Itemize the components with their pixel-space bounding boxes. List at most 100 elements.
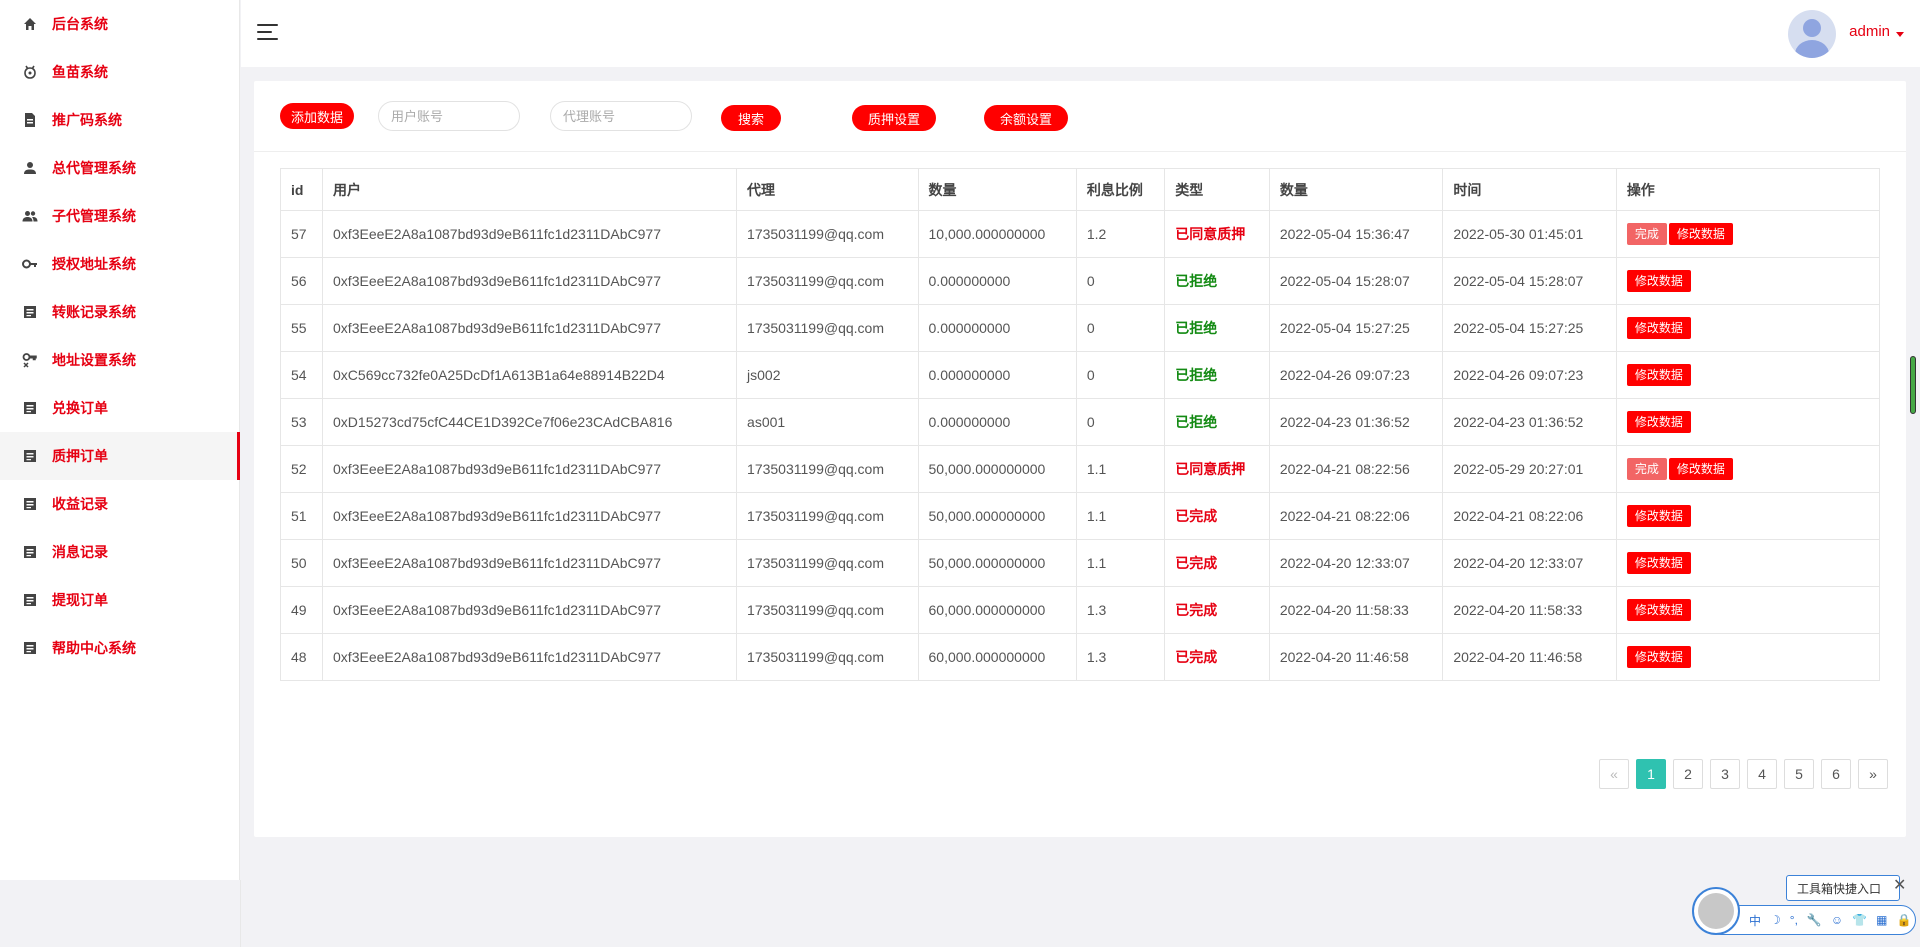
cell-amount: 10,000.000000000 — [917, 210, 1077, 258]
sidebar-item[interactable]: 帮助中心系统 — [0, 624, 239, 672]
page-button[interactable]: 6 — [1821, 759, 1851, 789]
sidebar-item[interactable]: 质押订单 — [0, 432, 240, 480]
lock-icon[interactable]: 🔒 — [1896, 913, 1911, 927]
people-icon — [22, 208, 38, 224]
edit-data-button[interactable]: 修改数据 — [1626, 599, 1691, 621]
input-mode-icon[interactable]: 中 — [1749, 912, 1761, 929]
column-header: 用户 — [322, 168, 738, 211]
column-header: 时间 — [1442, 168, 1617, 211]
cell-updated-time: 2022-05-29 20:27:01 — [1442, 445, 1617, 493]
list-icon — [22, 544, 38, 560]
cell-amount: 60,000.000000000 — [917, 633, 1077, 681]
cell-user: 0xD15273cd75cfC44CE1D392Ce7f06e23CAdCBA8… — [322, 398, 738, 446]
emoji-icon[interactable]: ☺ — [1831, 913, 1843, 927]
pledge-settings-button[interactable]: 质押设置 — [852, 105, 936, 131]
balance-settings-button[interactable]: 余额设置 — [984, 105, 1068, 131]
cell-user: 0xf3EeeE2A8a1087bd93d9eB611fc1d2311DAbC9… — [322, 445, 738, 493]
sidebar-item[interactable]: 转账记录系统 — [0, 288, 239, 336]
cell-amount: 0.000000000 — [917, 351, 1077, 399]
cell-amount: 0.000000000 — [917, 304, 1077, 352]
sidebar-item-label: 推广码系统 — [52, 112, 122, 128]
cell-created-time: 2022-05-04 15:27:25 — [1268, 304, 1444, 352]
edit-data-button[interactable]: 修改数据 — [1626, 646, 1691, 668]
page-button[interactable]: 3 — [1710, 759, 1740, 789]
sidebar-item[interactable]: 后台系统 — [0, 0, 239, 48]
sidebar-item[interactable]: 鱼苗系统 — [0, 48, 239, 96]
table-row: 55 0xf3EeeE2A8a1087bd93d9eB611fc1d2311DAb… — [279, 304, 1881, 352]
page-button[interactable]: 5 — [1784, 759, 1814, 789]
agent-account-input[interactable] — [550, 101, 692, 131]
edit-data-button[interactable]: 修改数据 — [1626, 317, 1691, 339]
punctuation-icon[interactable]: °, — [1790, 913, 1798, 927]
cell-user: 0xf3EeeE2A8a1087bd93d9eB611fc1d2311DAbC9… — [322, 304, 738, 352]
complete-button[interactable]: 完成 — [1626, 223, 1667, 245]
cell-updated-time: 2022-04-23 01:36:52 — [1442, 398, 1617, 446]
edit-data-button[interactable]: 修改数据 — [1668, 223, 1733, 245]
sidebar-item[interactable]: 收益记录 — [0, 480, 239, 528]
cell-amount: 0.000000000 — [917, 398, 1077, 446]
sidebar-item[interactable]: 消息记录 — [0, 528, 239, 576]
sidebar-item[interactable]: 提现订单 — [0, 576, 239, 624]
cell-id: 48 — [279, 633, 324, 681]
sidebar-item[interactable]: 推广码系统 — [0, 96, 239, 144]
skin-icon[interactable]: 👕 — [1852, 913, 1867, 927]
edit-data-button[interactable]: 修改数据 — [1626, 505, 1691, 527]
cell-created-time: 2022-04-20 11:58:33 — [1268, 586, 1444, 634]
chevron-down-icon[interactable] — [1896, 32, 1904, 37]
cell-amount: 0.000000000 — [917, 257, 1077, 305]
avatar[interactable] — [1788, 10, 1836, 58]
cell-user: 0xf3EeeE2A8a1087bd93d9eB611fc1d2311DAbC9… — [322, 633, 738, 681]
cell-user: 0xf3EeeE2A8a1087bd93d9eB611fc1d2311DAbC9… — [322, 257, 738, 305]
prev-page-button[interactable]: « — [1599, 759, 1629, 789]
cell-created-time: 2022-04-21 08:22:56 — [1268, 445, 1444, 493]
cell-user: 0xf3EeeE2A8a1087bd93d9eB611fc1d2311DAbC9… — [322, 492, 738, 540]
list-icon — [22, 448, 38, 464]
sidebar-footer — [0, 880, 241, 947]
edit-data-button[interactable]: 修改数据 — [1626, 270, 1691, 292]
cell-agent: 1735031199@qq.com — [736, 304, 919, 352]
cell-amount: 50,000.000000000 — [917, 492, 1077, 540]
cell-id: 54 — [279, 351, 324, 399]
sidebar-item[interactable]: 授权地址系统 — [0, 240, 239, 288]
page-button[interactable]: 1 — [1636, 759, 1666, 789]
edit-data-button[interactable]: 修改数据 — [1668, 458, 1733, 480]
column-header: 类型 — [1164, 168, 1270, 211]
cell-type: 已完成 — [1164, 633, 1270, 681]
sidebar-item[interactable]: 兑换订单 — [0, 384, 239, 432]
cell-rate: 0 — [1075, 351, 1166, 399]
edit-data-button[interactable]: 修改数据 — [1626, 364, 1691, 386]
menu-toggle-icon[interactable] — [257, 24, 278, 40]
sidebar-item-label: 子代管理系统 — [52, 208, 136, 224]
toolbox-avatar-icon[interactable] — [1692, 887, 1740, 935]
grid-icon[interactable]: ▦ — [1876, 913, 1887, 927]
page-button[interactable]: 4 — [1747, 759, 1777, 789]
cell-actions: 修改数据 — [1615, 304, 1881, 352]
sidebar-item[interactable]: 地址设置系统 — [0, 336, 239, 384]
edit-data-button[interactable]: 修改数据 — [1626, 552, 1691, 574]
cell-agent: js002 — [736, 351, 919, 399]
cell-user: 0xf3EeeE2A8a1087bd93d9eB611fc1d2311DAbC9… — [322, 210, 738, 258]
list-icon — [22, 592, 38, 608]
user-name[interactable]: admin — [1849, 23, 1890, 40]
complete-button[interactable]: 完成 — [1626, 458, 1667, 480]
user-account-input[interactable] — [378, 101, 520, 131]
sidebar-item[interactable]: 子代管理系统 — [0, 192, 239, 240]
moon-icon[interactable]: ☽ — [1770, 913, 1781, 927]
sidebar-item[interactable]: 总代管理系统 — [0, 144, 239, 192]
column-header: id — [279, 168, 324, 211]
list-icon — [22, 400, 38, 416]
add-data-button[interactable]: 添加数据 — [280, 103, 354, 129]
scrollbar-thumb[interactable] — [1910, 356, 1916, 414]
cell-rate: 1.2 — [1075, 210, 1166, 258]
edit-data-button[interactable]: 修改数据 — [1626, 411, 1691, 433]
page-button[interactable]: 2 — [1673, 759, 1703, 789]
person-icon — [22, 160, 38, 176]
next-page-button[interactable]: » — [1858, 759, 1888, 789]
close-icon[interactable]: ✕ — [1893, 878, 1909, 894]
cell-updated-time: 2022-05-04 15:27:25 — [1442, 304, 1617, 352]
table-row: 52 0xf3EeeE2A8a1087bd93d9eB611fc1d2311DAb… — [279, 445, 1881, 493]
wrench-icon[interactable]: 🔧 — [1807, 913, 1822, 927]
document-icon — [22, 112, 38, 128]
search-button[interactable]: 搜索 — [721, 105, 781, 131]
cell-amount: 60,000.000000000 — [917, 586, 1077, 634]
